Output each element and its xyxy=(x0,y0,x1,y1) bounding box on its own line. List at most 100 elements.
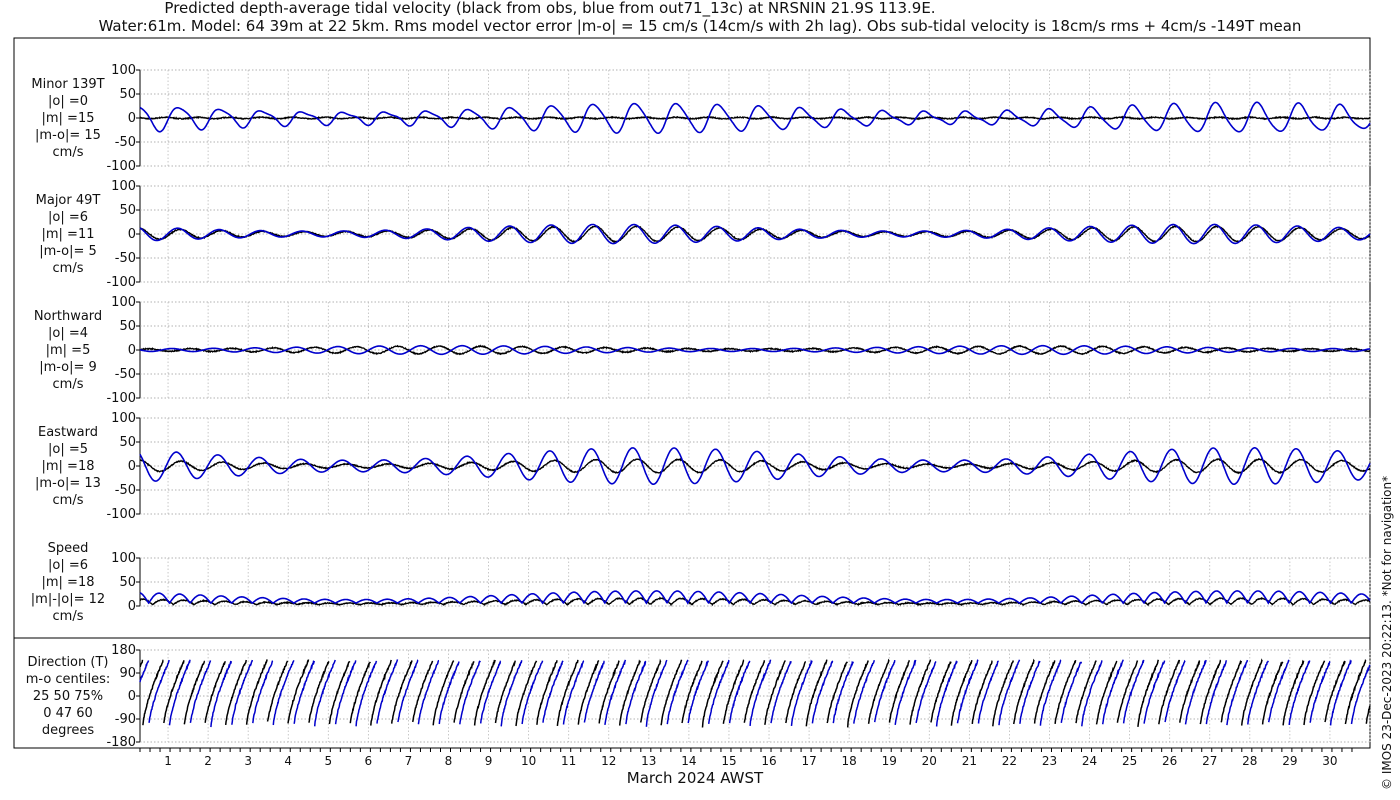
obs-series-direction xyxy=(266,660,289,722)
obs-series-direction xyxy=(1137,659,1160,727)
x-tick-label: 29 xyxy=(1282,754,1297,768)
obs-series-direction xyxy=(224,659,247,725)
y-tick-label-major: -100 xyxy=(106,275,136,290)
tidal-velocity-chart: 100500-50-100100500-50-100100500-50-1001… xyxy=(13,37,1371,768)
obs-series-direction xyxy=(328,660,351,725)
x-tick-label: 30 xyxy=(1322,754,1337,768)
obs-series-direction xyxy=(846,660,869,728)
obs-series-direction xyxy=(411,660,434,723)
obs-series-direction xyxy=(183,660,206,725)
x-tick-label: 24 xyxy=(1082,754,1097,768)
obs-series-direction xyxy=(390,660,413,724)
x-tick-label: 4 xyxy=(284,754,292,768)
x-tick-label: 23 xyxy=(1042,754,1057,768)
x-axis-label: March 2024 AWST xyxy=(626,769,764,787)
x-tick-label: 17 xyxy=(801,754,816,768)
obs-series-direction xyxy=(785,661,806,724)
obs-series-direction xyxy=(536,660,558,725)
obs-series-direction xyxy=(1095,660,1118,725)
x-tick-label: 5 xyxy=(324,754,332,768)
obs-series-direction xyxy=(287,659,310,724)
panel-label-northward: Northward |o| =4 |m| =5 |m-o|= 9 cm/s xyxy=(33,309,103,392)
obs-series-direction xyxy=(1179,659,1201,723)
obs-series-direction xyxy=(888,659,910,723)
y-tick-label-speed: 0 xyxy=(128,599,136,614)
obs-series-direction xyxy=(1303,660,1326,726)
x-tick-label: 25 xyxy=(1122,754,1137,768)
obs-series-direction xyxy=(867,658,890,724)
obs-series-direction xyxy=(992,660,1015,727)
obs-series-direction xyxy=(598,660,620,724)
obs-series-direction xyxy=(556,659,579,726)
obs-series-direction xyxy=(515,660,538,727)
obs-series-direction xyxy=(764,660,786,725)
obs-series-direction xyxy=(1344,659,1367,725)
obs-series-direction xyxy=(473,659,496,726)
obs-series-direction xyxy=(743,660,766,723)
panel-label-minor: Minor 139T |o| =0 |m| =15 |m-o|= 15 cm/s xyxy=(31,77,105,160)
x-tick-label: 19 xyxy=(882,754,897,768)
model-series-eastward xyxy=(139,446,1371,486)
obs-series-direction xyxy=(909,659,932,725)
x-tick-label: 22 xyxy=(1002,754,1017,768)
copyright-note: © IMOS 23-Dec-2023 20:22:13. *Not for na… xyxy=(1380,475,1394,790)
obs-series-direction xyxy=(432,660,455,726)
x-tick-label: 26 xyxy=(1162,754,1177,768)
x-tick-label: 18 xyxy=(842,754,857,768)
panel-label-direction: Direction (T) m-o centiles: 25 50 75% 0 … xyxy=(25,655,111,738)
y-tick-label-northward: 0 xyxy=(128,343,136,358)
obs-series-direction xyxy=(660,659,683,726)
x-tick-label: 21 xyxy=(962,754,977,768)
obs-series-direction xyxy=(722,659,745,724)
obs-series-direction xyxy=(453,661,475,723)
obs-series-direction xyxy=(681,660,703,724)
obs-series-direction xyxy=(308,660,330,723)
obs-series-direction xyxy=(618,659,641,726)
x-tick-label: 27 xyxy=(1202,754,1217,768)
x-tick-label: 16 xyxy=(761,754,776,768)
x-tick-label: 1 xyxy=(164,754,172,768)
obs-series-direction xyxy=(1075,660,1097,724)
obs-series-direction xyxy=(950,660,973,726)
obs-series-direction xyxy=(1116,660,1139,723)
obs-series-direction xyxy=(930,661,952,723)
obs-series-direction xyxy=(1282,659,1305,726)
x-tick-label: 20 xyxy=(922,754,937,768)
obs-series-direction xyxy=(1324,660,1346,723)
x-tick-label: 9 xyxy=(485,754,493,768)
x-tick-label: 28 xyxy=(1242,754,1257,768)
obs-series-direction xyxy=(1158,659,1181,725)
x-tick-label: 10 xyxy=(521,754,536,768)
obs-series-direction xyxy=(1054,659,1077,724)
x-tick-label: 11 xyxy=(561,754,576,768)
obs-series-direction xyxy=(142,659,164,726)
obs-series-direction xyxy=(1261,661,1284,725)
obs-series-direction xyxy=(1240,658,1263,726)
obs-series-direction xyxy=(1033,660,1056,724)
obs-series-direction xyxy=(245,659,268,725)
upper-frame xyxy=(13,37,1371,639)
x-tick-label: 6 xyxy=(365,754,373,768)
x-tick-label: 3 xyxy=(244,754,252,768)
obs-series-direction xyxy=(971,660,993,724)
x-tick-label: 2 xyxy=(204,754,212,768)
obs-series-direction xyxy=(163,660,185,724)
panel-label-major: Major 49T |o| =6 |m| =11 |m-o|= 5 cm/s xyxy=(35,193,101,276)
x-tick-label: 14 xyxy=(681,754,696,768)
obs-series-direction xyxy=(1220,659,1243,723)
y-tick-label-major: 0 xyxy=(128,227,136,242)
obs-series-direction xyxy=(639,658,662,723)
y-tick-label-eastward: -100 xyxy=(106,507,136,522)
y-tick-label-minor: -100 xyxy=(106,159,136,174)
y-tick-label-northward: -100 xyxy=(106,391,136,406)
obs-series-direction xyxy=(1365,705,1371,724)
obs-series-direction xyxy=(826,661,848,724)
x-tick-label: 15 xyxy=(721,754,736,768)
obs-series-direction xyxy=(1012,658,1035,725)
obs-series-direction xyxy=(701,660,724,728)
obs-series-direction xyxy=(577,659,600,725)
y-tick-label-direction: 0 xyxy=(128,689,136,704)
obs-series-direction xyxy=(494,660,516,724)
panel-label-eastward: Eastward |o| =5 |m| =18 |m-o|= 13 cm/s xyxy=(35,425,101,508)
obs-series-direction xyxy=(349,661,371,724)
